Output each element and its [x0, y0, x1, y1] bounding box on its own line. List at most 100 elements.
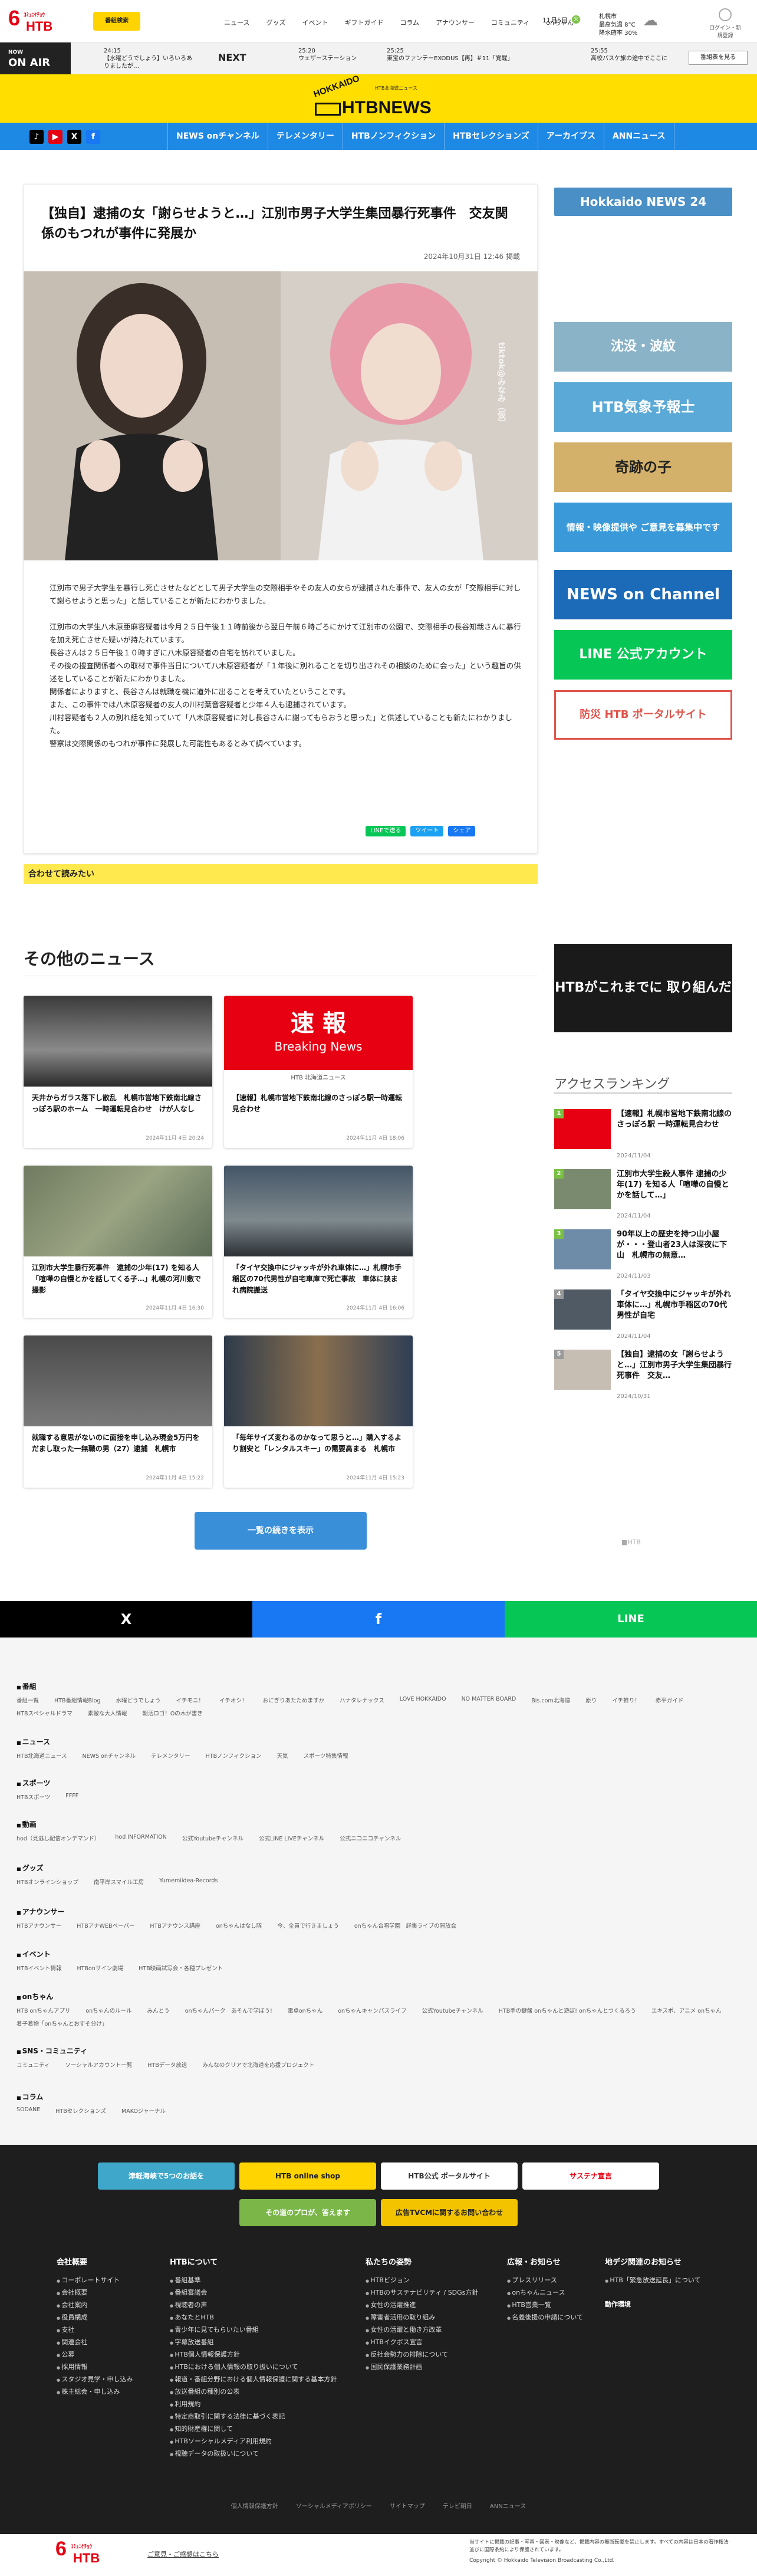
fb-share-button[interactable]: シェア: [448, 826, 476, 836]
nav-selections[interactable]: HTBセレクションズ: [444, 123, 538, 150]
footer-link[interactable]: プレスリリース: [507, 2275, 595, 2287]
nav-nonfiction[interactable]: HTBノンフィクション: [342, 123, 444, 150]
sitemap-link[interactable]: 公式Youtubeチャンネル: [422, 2006, 483, 2014]
footer-link[interactable]: HTBビジョン: [366, 2275, 501, 2287]
footer-banner[interactable]: 広告TVCMに関するお問い合わせ: [381, 2199, 518, 2226]
line-official-banner[interactable]: LINE 公式アカウント: [554, 630, 732, 680]
footer-banner[interactable]: HTB online shop: [239, 2162, 376, 2190]
sitemap-link[interactable]: onちゃんパーク あそんで学ぼう!: [185, 2006, 272, 2014]
footer-link[interactable]: コーポレートサイト: [57, 2275, 163, 2287]
footer-link[interactable]: 会社案内: [57, 2299, 163, 2312]
htb-logo[interactable]: 6 ｺﾐｭﾆｹﾁｮｳ HTB: [8, 6, 73, 35]
footer-bottom-link[interactable]: 個人情報保護方針: [231, 2501, 278, 2510]
footer-link[interactable]: 国民保護業務計画: [366, 2361, 501, 2374]
footer-link[interactable]: 青少年に見てもらいたい番組: [170, 2324, 347, 2337]
sitemap-link[interactable]: HTBアナウンサー: [17, 1921, 61, 1929]
sitemap-link[interactable]: HTBスペシャルドラマ: [17, 1709, 73, 1717]
sitemap-link[interactable]: HTBイベント情報: [17, 1964, 61, 1972]
sitemap-link[interactable]: FFFF: [65, 1793, 78, 1801]
sitemap-link[interactable]: HTBアナWEBペーパー: [77, 1921, 134, 1929]
sitemap-link[interactable]: ハナタレナックス: [340, 1696, 384, 1704]
footer-link[interactable]: 役員構成: [57, 2312, 163, 2324]
nav-news-on-channel[interactable]: NEWS onチャンネル: [167, 123, 268, 150]
share-x-button[interactable]: X: [0, 1601, 252, 1638]
tiktok-icon[interactable]: ♪: [29, 130, 44, 144]
next-program-1[interactable]: 25:20 ウェザーステーション: [298, 47, 375, 63]
sitemap-link[interactable]: NEWS onチャンネル: [83, 1751, 136, 1760]
sitemap-link[interactable]: 水曜どうでしょう: [116, 1696, 160, 1704]
footer-link[interactable]: 視聴データの取扱いについて: [170, 2448, 347, 2460]
sitemap-link[interactable]: HTBスポーツ: [17, 1793, 50, 1801]
footer-htb-logo[interactable]: 6 ｺﾐｭﾆｹﾁｮｳ HTB: [55, 2538, 120, 2570]
sitemap-link[interactable]: Bis.com北海道: [531, 1696, 570, 1704]
sitemap-link[interactable]: HTB北海道ニュース: [17, 1751, 67, 1760]
sitemap-link[interactable]: 素敵な大人情報: [88, 1709, 127, 1717]
footer-link[interactable]: あなたとHTB: [170, 2312, 347, 2324]
bosai-portal-banner[interactable]: 防災 HTB ポータルサイト: [554, 690, 732, 740]
ranking-item[interactable]: 3 90年以上の歴史を持つ山小屋が・・・登山者23人は深夜に下山 札幌市の無意……: [554, 1229, 732, 1288]
footer-banner[interactable]: 津軽海峡で5つのお話を: [98, 2162, 235, 2190]
sitemap-link[interactable]: HTBオンラインショップ: [17, 1878, 78, 1886]
sitemap-link[interactable]: 赤平ガイド: [656, 1696, 684, 1704]
footer-link[interactable]: 知的財産権に関して: [170, 2423, 347, 2436]
footer-banner[interactable]: その道のプロが、答えます: [239, 2199, 376, 2226]
news-on-channel-banner[interactable]: NEWS on Channel: [554, 570, 732, 619]
news-card[interactable]: 速 報 Breaking News HTB 北海道ニュース 【速報】札幌市営地下…: [224, 996, 413, 1148]
footer-link[interactable]: HTBソーシャルメディア利用規約: [170, 2436, 347, 2448]
gnav-announcer[interactable]: アナウンサー: [436, 18, 475, 27]
sitemap-link[interactable]: イチ推り！: [612, 1696, 640, 1704]
sitemap-link[interactable]: 公式ニコニコチャンネル: [340, 1834, 401, 1842]
footer-bottom-link[interactable]: ソーシャルメディアポリシー: [296, 2501, 372, 2510]
sitemap-link[interactable]: 番組一覧: [17, 1696, 39, 1704]
footer-link[interactable]: 反社会勢力の排除について: [366, 2349, 501, 2361]
footer-link[interactable]: 放送番組の種別の公表: [170, 2386, 347, 2398]
sitemap-link[interactable]: 公式Youtubeチャンネル: [182, 1834, 243, 1842]
program-search-button[interactable]: 番組検索: [93, 12, 140, 31]
footer-link[interactable]: 特定商取引に関する法律に基づく表記: [170, 2411, 347, 2423]
sitemap-link[interactable]: エキスポ、アニメ onちゃん: [651, 2006, 722, 2014]
sitemap-link[interactable]: MAKOジャーナル: [121, 2106, 166, 2115]
login-button[interactable]: ログイン・新規登録: [707, 8, 743, 39]
footer-banner[interactable]: サステナ宣言: [522, 2162, 659, 2190]
sitemap-link[interactable]: みんなのクリアで北海道を応援プロジェクト: [202, 2060, 314, 2069]
sitemap-link[interactable]: SODANE: [17, 2106, 40, 2115]
sitemap-link[interactable]: スポーツ特集情報: [304, 1751, 348, 1760]
gnav-community[interactable]: コミュニティ: [491, 18, 529, 27]
sitemap-link[interactable]: テレメンタリー: [151, 1751, 190, 1760]
nav-archives[interactable]: アーカイブス: [537, 123, 604, 150]
next-program-3[interactable]: 25:55 高校バスケ旅の途中でここに: [591, 47, 679, 63]
footer-link[interactable]: 番組審議会: [170, 2287, 347, 2299]
footer-bottom-link[interactable]: サイトマップ: [390, 2501, 425, 2510]
footer-link[interactable]: 動作環境: [605, 2299, 705, 2311]
footer-bottom-link[interactable]: ANNニュース: [490, 2501, 526, 2510]
news-card[interactable]: 江別市大学生暴行死事件 逮捕の少年(17) を知る人「喧嘩の自慢とかを話してくる…: [24, 1166, 212, 1318]
sitemap-link[interactable]: イチモニ！: [176, 1696, 205, 1704]
show-more-button[interactable]: 一覧の続きを表示: [195, 1512, 367, 1550]
sitemap-link[interactable]: おにぎりあたためますか: [263, 1696, 325, 1704]
footer-link[interactable]: 女性の活躍推進: [366, 2299, 501, 2312]
sitemap-link[interactable]: HTBノンフィクション: [206, 1751, 262, 1760]
footer-link[interactable]: 会社概要: [57, 2287, 163, 2299]
feedback-link[interactable]: ご意見・ご感想はこちら: [147, 2549, 219, 2559]
htb-projects-banner[interactable]: HTBがこれまでに 取り組んだ企画です。: [554, 944, 732, 1084]
footer-bottom-link[interactable]: テレビ朝日: [443, 2501, 472, 2510]
sitemap-link[interactable]: HTBデータ放送: [147, 2060, 187, 2069]
sitemap-link[interactable]: HTB onちゃんアプリ: [17, 2006, 70, 2014]
news-card[interactable]: 「毎年サイズ変わるのかなって思うと…」購入するより割安と「レンタルスキー」の需要…: [224, 1335, 413, 1488]
sitemap-link[interactable]: 朝活ロゴ！Oの木が書き: [142, 1709, 202, 1717]
sitemap-link[interactable]: 原り: [585, 1696, 597, 1704]
sitemap-link[interactable]: イチオシ！: [219, 1696, 248, 1704]
footer-link[interactable]: 報道・番組分野における個人情報保護に関する基本方針: [170, 2374, 347, 2386]
htb-news-logo[interactable]: HOKKAIDO HTB北海道ニュース HTBNEWS: [312, 74, 445, 118]
kiseki-banner[interactable]: 奇跡の子: [554, 442, 732, 492]
sitemap-link[interactable]: onちゃんはなし隊: [216, 1921, 262, 1929]
news-card[interactable]: 天井からガラス落下し散乱 札幌市営地下鉄南北線さっぽろ駅のホーム 一時運転見合わ…: [24, 996, 212, 1148]
sitemap-link[interactable]: コミュニティ: [17, 2060, 50, 2069]
sitemap-link[interactable]: HTB映画試写会・各種プレゼント: [139, 1964, 223, 1972]
sitemap-link[interactable]: onちゃん合唱学園 詳集ライブの開放会: [354, 1921, 456, 1929]
gnav-gift[interactable]: ギフトガイド: [344, 18, 383, 27]
footer-link[interactable]: HTB営業一覧: [507, 2299, 595, 2312]
footer-link[interactable]: 支社: [57, 2324, 163, 2337]
footer-link[interactable]: 採用情報: [57, 2361, 163, 2374]
sitemap-link[interactable]: 公式LINE LIVEチャンネル: [259, 1834, 324, 1842]
